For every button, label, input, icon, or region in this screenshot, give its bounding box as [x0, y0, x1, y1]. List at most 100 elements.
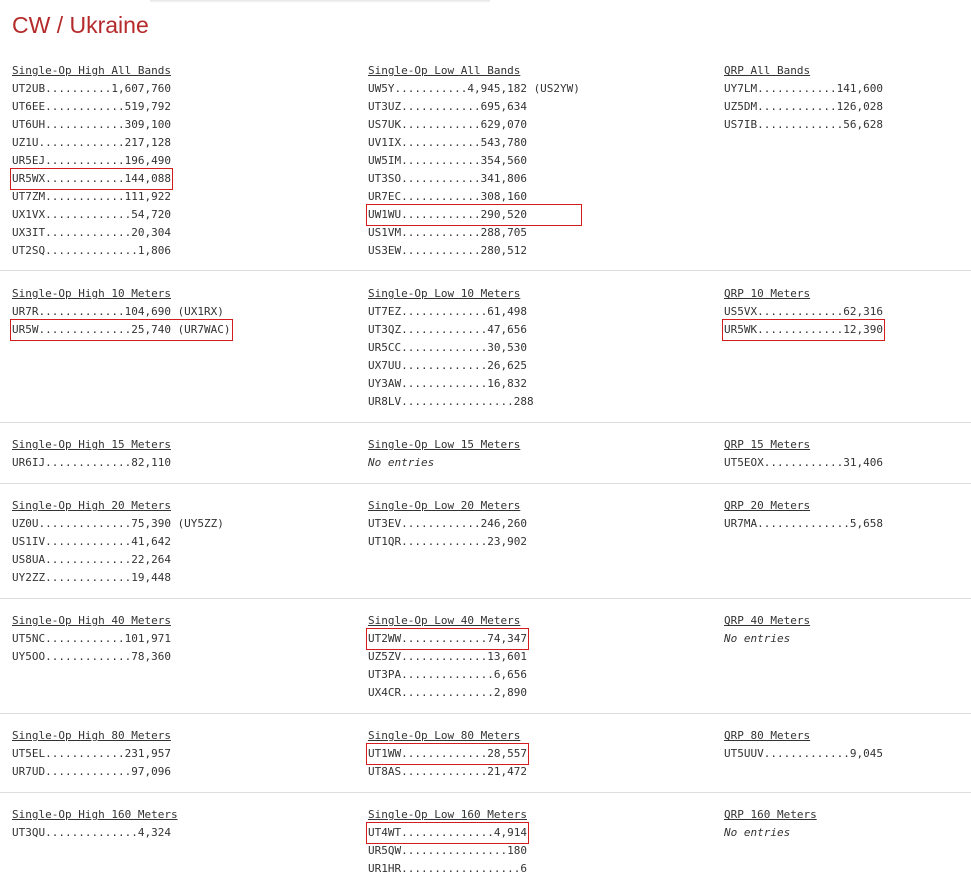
top-shadow	[150, 0, 490, 3]
result-row: UR5QW................180	[368, 844, 527, 857]
result-row: UR6IJ.............82,110	[12, 456, 171, 469]
result-row: UT1QR.............23,902	[368, 535, 527, 548]
highlighted-result-row: UR5W..............25,740 (UR7WAC)	[10, 319, 233, 341]
result-row: UV1IX............543,780	[368, 136, 527, 149]
category-heading: QRP 20 Meters	[724, 499, 811, 512]
result-row: UZ1U.............217,128	[12, 136, 171, 149]
category-heading: Single-Op Low 80 Meters	[368, 729, 521, 742]
category-column: Single-Op Low All Bands UW5Y...........4,…	[366, 62, 582, 260]
category-heading: Single-Op High All Bands	[12, 64, 171, 77]
result-row: US5VX.............62,316	[724, 305, 883, 318]
category-column: QRP 10 Meters US5VX.............62,316 UR5…	[722, 285, 885, 341]
result-row: UR7R.............104,690 (UX1RX)	[12, 305, 224, 318]
result-row: US3EW............280,512	[368, 244, 527, 257]
result-row: US1IV.............41,642	[12, 535, 171, 548]
section-divider	[0, 483, 971, 484]
category-column: QRP 80 Meters UT5UUV.............9,045	[724, 727, 883, 763]
category-column: Single-Op Low 40 Meters UT2WW............…	[366, 612, 529, 702]
category-column: QRP 20 Meters UR7MA..............5,658	[724, 497, 883, 533]
category-heading: Single-Op High 40 Meters	[12, 614, 171, 627]
result-row: UT6UH............309,100	[12, 118, 171, 131]
category-column: Single-Op Low 80 Meters UT1WW............…	[366, 727, 529, 781]
result-row: UT7ZM............111,922	[12, 190, 171, 203]
result-row: UT3SO............341,806	[368, 172, 527, 185]
result-row: UZ5DM............126,028	[724, 100, 883, 113]
category-column: QRP 40 Meters No entries	[724, 612, 810, 648]
category-column: Single-Op High 40 Meters UT5NC...........…	[12, 612, 171, 666]
highlighted-result-row: UR5WK.............12,390	[722, 319, 885, 341]
category-heading: QRP All Bands	[724, 64, 811, 77]
result-row: UR7MA..............5,658	[724, 517, 883, 530]
result-row: US7IB.............56,628	[724, 118, 883, 131]
category-column: Single-Op Low 20 Meters UT3EV............…	[368, 497, 527, 551]
result-row: UT3UZ............695,634	[368, 100, 527, 113]
result-row: UT3PA..............6,656	[368, 668, 527, 681]
section-divider	[0, 422, 971, 423]
section-divider	[0, 270, 971, 271]
category-column: Single-Op High All Bands UT2UB..........1…	[10, 62, 173, 260]
result-row: UT5UUV.............9,045	[724, 747, 883, 760]
category-heading: Single-Op High 20 Meters	[12, 499, 171, 512]
result-row: UT8AS.............21,472	[368, 765, 527, 778]
result-row: UR8LV.................288	[368, 395, 534, 408]
category-heading: QRP 10 Meters	[724, 287, 811, 300]
category-column: Single-Op Low 160 Meters UT4WT...........…	[366, 806, 529, 878]
category-heading: Single-Op Low 160 Meters	[368, 808, 527, 821]
result-row: UX1VX.............54,720	[12, 208, 171, 221]
result-row: UR5CC.............30,530	[368, 341, 527, 354]
result-row: UR5EJ............196,490	[12, 154, 171, 167]
result-row: UX3IT.............20,304	[12, 226, 171, 239]
category-heading: Single-Op Low 40 Meters	[368, 614, 521, 627]
category-heading: Single-Op Low 20 Meters	[368, 499, 521, 512]
category-column: Single-Op High 15 Meters UR6IJ...........…	[12, 436, 171, 472]
result-row: UX7UU.............26,625	[368, 359, 527, 372]
category-heading: QRP 15 Meters	[724, 438, 811, 451]
category-heading: QRP 80 Meters	[724, 729, 811, 742]
result-row: UT5EL............231,957	[12, 747, 171, 760]
result-row: UT6EE............519,792	[12, 100, 171, 113]
category-heading: Single-Op High 10 Meters	[12, 287, 171, 300]
result-row: UT2UB..........1,607,760	[12, 82, 171, 95]
category-heading: Single-Op Low 15 Meters	[368, 438, 521, 451]
result-row: UY3AW.............16,832	[368, 377, 527, 390]
category-column: Single-Op High 80 Meters UT5EL...........…	[12, 727, 171, 781]
result-row: UT5NC............101,971	[12, 632, 171, 645]
result-row: US8UA.............22,264	[12, 553, 171, 566]
category-column: Single-Op High 10 Meters UR7R............…	[10, 285, 233, 341]
category-column: QRP 160 Meters No entries	[724, 806, 817, 842]
category-column: QRP 15 Meters UT5EOX............31,406	[724, 436, 883, 472]
no-entries-text: No entries	[724, 632, 791, 645]
category-heading: Single-Op High 15 Meters	[12, 438, 171, 451]
no-entries-text: No entries	[368, 456, 435, 469]
category-heading: Single-Op High 80 Meters	[12, 729, 171, 742]
result-row: US7UK............629,070	[368, 118, 527, 131]
result-row: UT2SQ..............1,806	[12, 244, 171, 257]
section-divider	[0, 598, 971, 599]
result-row: UY2ZZ.............19,448	[12, 571, 171, 584]
result-row: UT3QZ.............47,656	[368, 323, 527, 336]
highlighted-result-row: UT1WW.............28,557	[366, 743, 529, 765]
category-heading: Single-Op Low 10 Meters	[368, 287, 521, 300]
result-row: UT3EV............246,260	[368, 517, 527, 530]
result-row: UR7EC............308,160	[368, 190, 527, 203]
result-row: UZ5ZV.............13,601	[368, 650, 527, 663]
result-row: UX4CR..............2,890	[368, 686, 527, 699]
result-row: UT5EOX............31,406	[724, 456, 883, 469]
category-heading: QRP 160 Meters	[724, 808, 817, 821]
category-heading: Single-Op High 160 Meters	[12, 808, 178, 821]
result-row: UW5Y...........4,945,182 (US2YW)	[368, 82, 580, 95]
highlighted-result-row: UR5WX............144,088	[10, 168, 173, 190]
category-column: Single-Op High 20 Meters UZ0U............…	[12, 497, 224, 587]
highlighted-result-row: UT2WW.............74,347	[366, 628, 529, 650]
category-heading: Single-Op Low All Bands	[368, 64, 521, 77]
category-heading: QRP 40 Meters	[724, 614, 811, 627]
result-row: US1VM............288,705	[368, 226, 527, 239]
section-divider	[0, 792, 971, 793]
category-column: Single-Op High 160 Meters UT3QU..........…	[12, 806, 178, 842]
result-row: UT7EZ.............61,498	[368, 305, 527, 318]
result-row: UR1HR..................6	[368, 862, 527, 875]
result-row: UY5OO.............78,360	[12, 650, 171, 663]
result-row: UW5IM............354,560	[368, 154, 527, 167]
highlighted-result-row: UW1WU............290,520	[366, 204, 582, 226]
category-column: Single-Op Low 10 Meters UT7EZ............…	[368, 285, 534, 411]
